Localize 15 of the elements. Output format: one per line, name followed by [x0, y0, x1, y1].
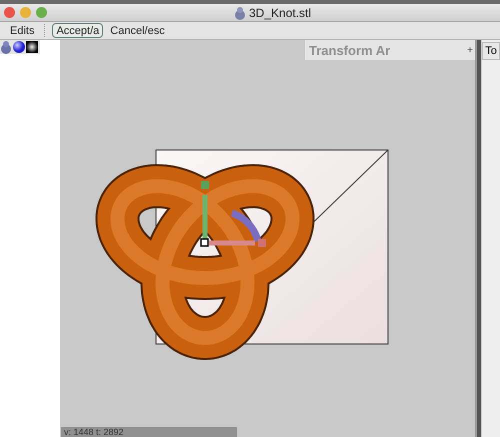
3d-viewport[interactable]: Transform Ar + v: 1448 t: 2892: [60, 40, 475, 437]
toolbar-button[interactable]: Edits: [6, 23, 38, 38]
window-title: 3D_Knot.stl: [249, 6, 312, 20]
toolbar-button[interactable]: Accept/a: [52, 23, 104, 38]
expand-button[interactable]: +: [467, 44, 473, 56]
scrollbar[interactable]: [475, 40, 481, 437]
square-icon[interactable]: [26, 41, 38, 53]
toolbar-button[interactable]: Cancel/esc: [106, 23, 169, 38]
close-button[interactable]: [4, 7, 15, 18]
minimize-button[interactable]: [20, 7, 31, 18]
panel-title: Transform Ar: [309, 42, 390, 58]
panel-tab[interactable]: To: [482, 42, 500, 60]
status-text: v: 1448 t: 2892: [61, 427, 237, 437]
zoom-button[interactable]: [36, 7, 47, 18]
sphere-icon[interactable]: [13, 41, 25, 53]
